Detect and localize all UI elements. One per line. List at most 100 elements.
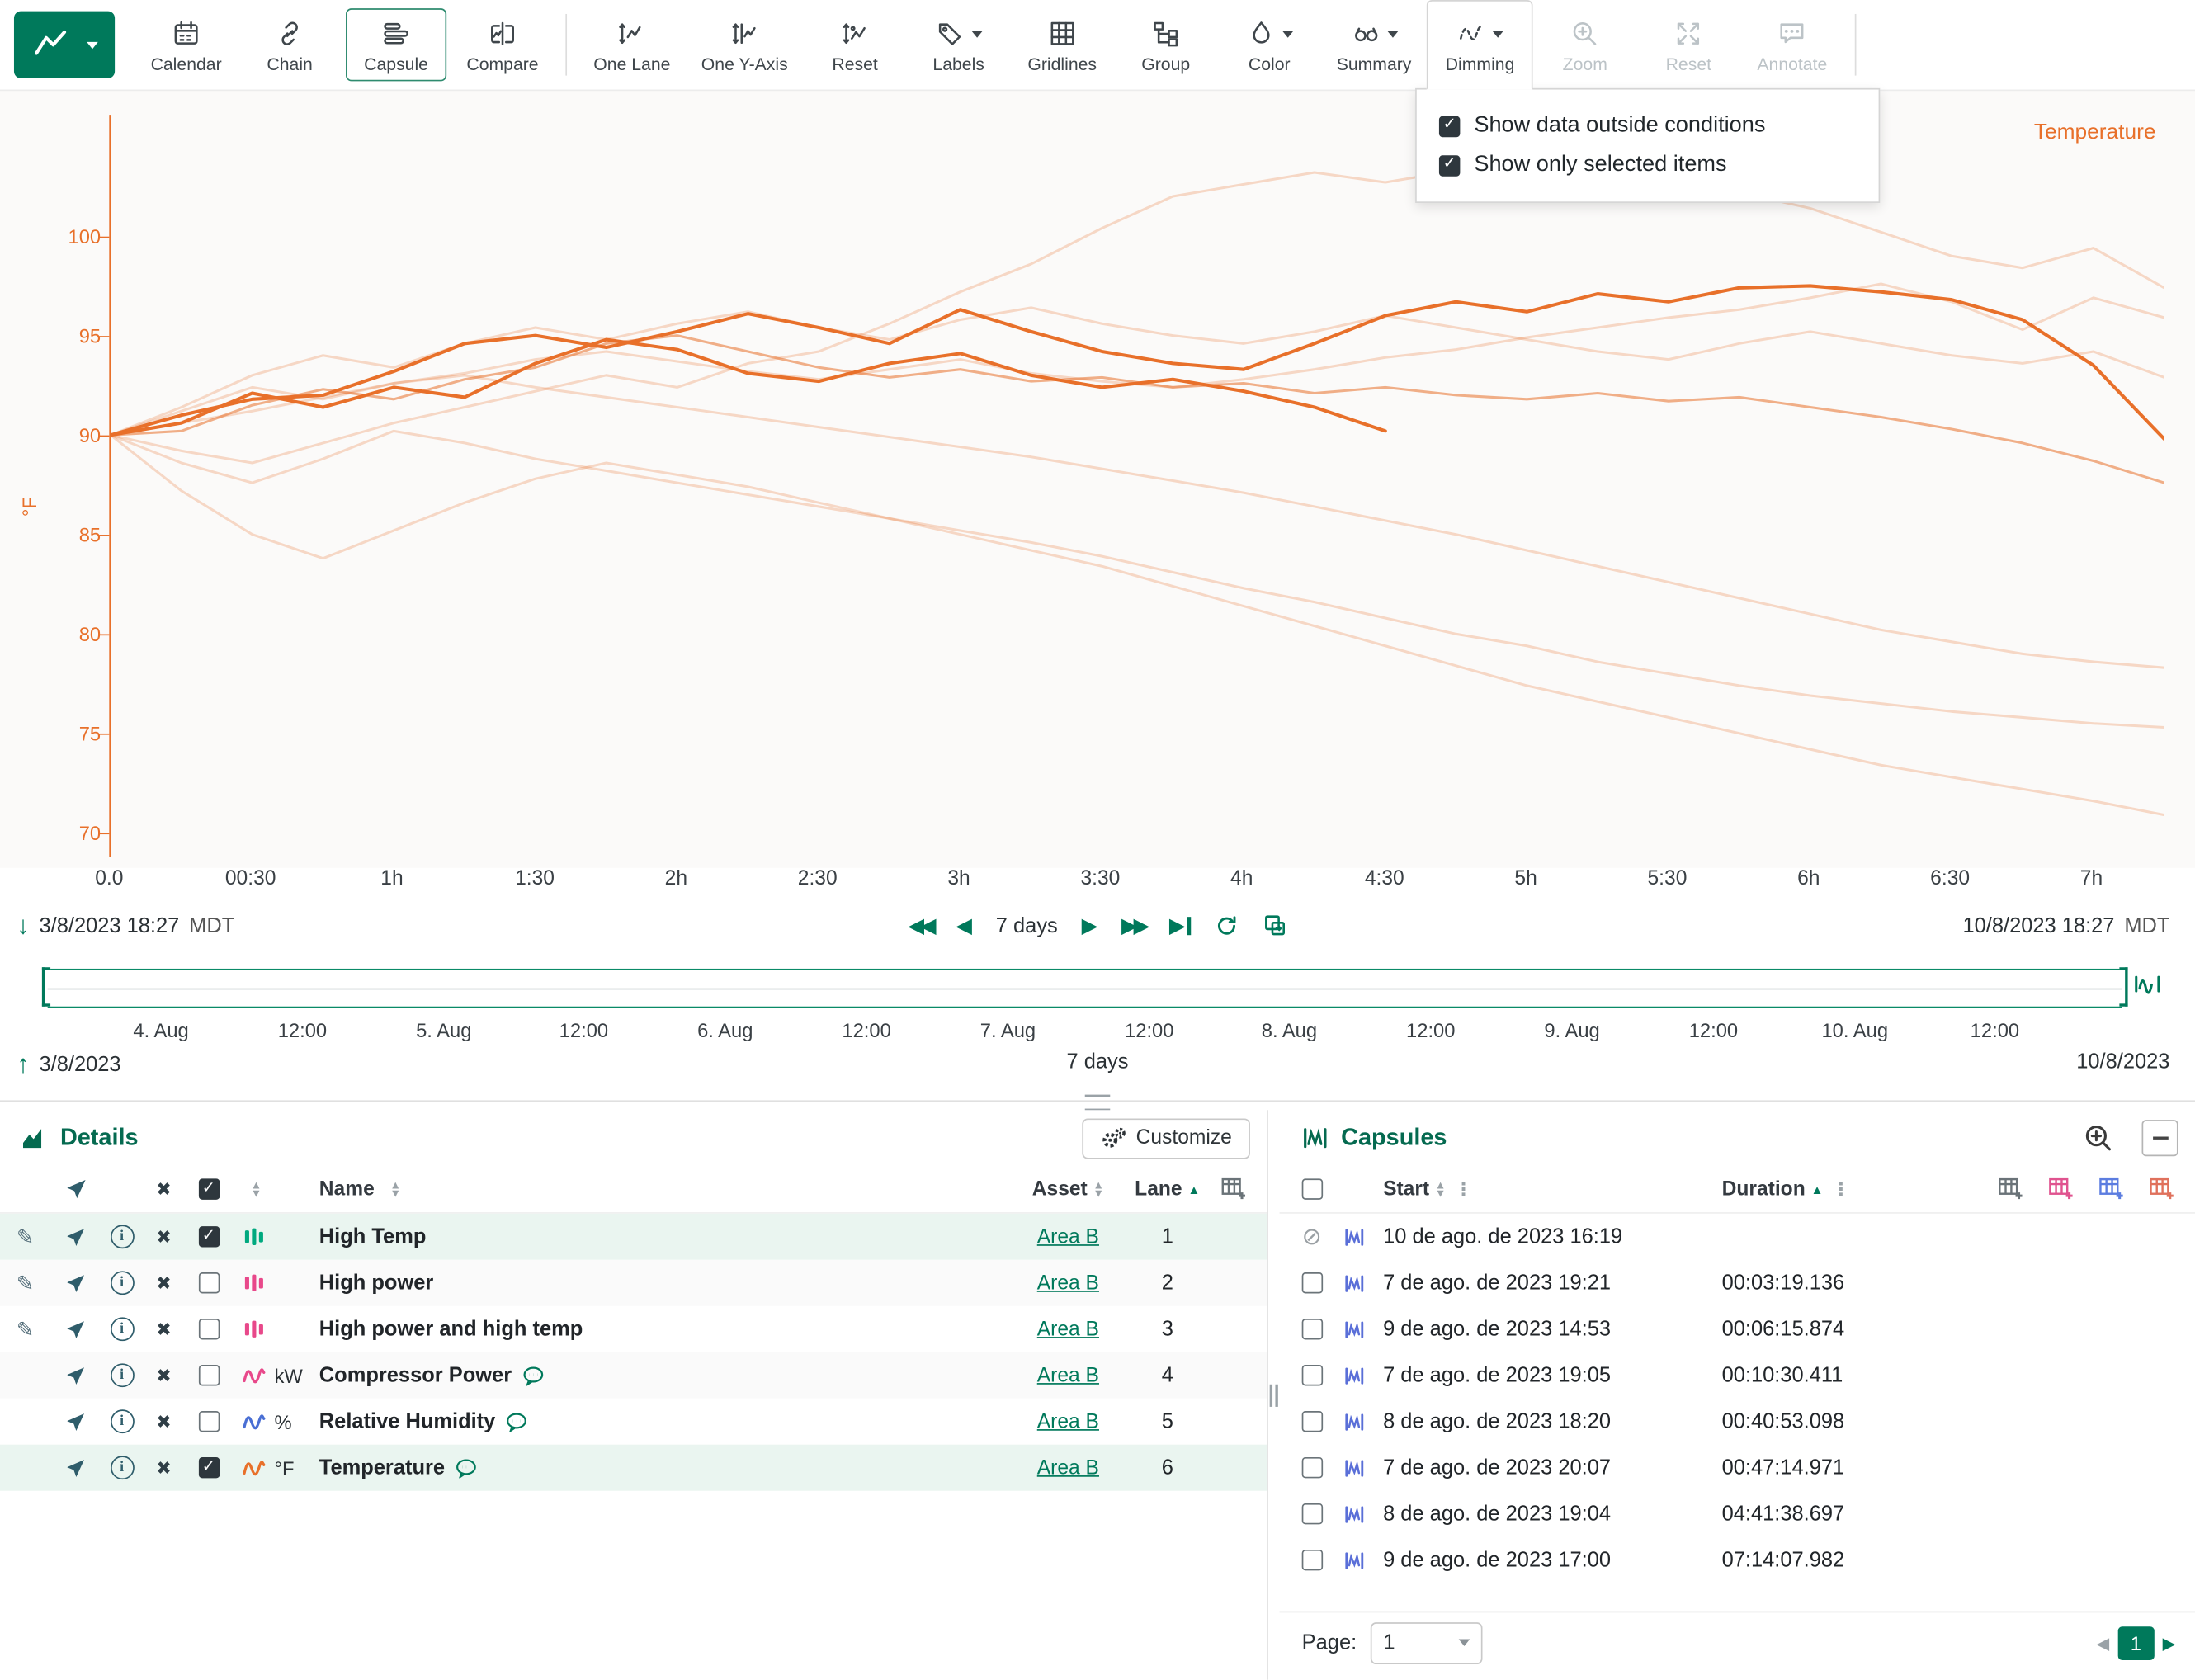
arrow-up-icon[interactable]: ↑ xyxy=(17,1050,29,1079)
toolbar-item-one-lane[interactable]: One Lane xyxy=(578,0,686,90)
step-back-button[interactable]: ◀ xyxy=(956,915,972,936)
step-back-fast-button[interactable]: ◀◀ xyxy=(909,915,932,936)
toolbar-item-compare[interactable]: Compare xyxy=(451,0,555,90)
remove-icon[interactable]: ✖ xyxy=(143,1456,185,1479)
details-row[interactable]: i ✖ °F Temperature Area B 6 xyxy=(0,1445,1267,1491)
asset-link[interactable]: Area B xyxy=(1037,1272,1099,1294)
toolbar-item-chain[interactable]: Chain xyxy=(238,0,342,90)
remove-all-icon[interactable]: ✖ xyxy=(143,1178,185,1201)
row-checkbox[interactable] xyxy=(198,1457,219,1478)
capsule-checkbox[interactable] xyxy=(1302,1411,1323,1432)
pin-icon[interactable] xyxy=(50,1273,101,1293)
pin-icon[interactable] xyxy=(50,1319,101,1339)
row-checkbox[interactable] xyxy=(198,1319,219,1339)
info-icon[interactable]: i xyxy=(110,1225,134,1248)
capsule-row[interactable]: 7 de ago. de 2023 19:05 00:10:30.411 xyxy=(1280,1352,2195,1399)
details-row[interactable]: i ✖ kW Compressor Power Area B 4 xyxy=(0,1352,1267,1399)
pin-icon[interactable] xyxy=(50,1227,101,1247)
collapse-panel-button[interactable] xyxy=(2142,1120,2178,1156)
duration-column-header[interactable]: Duration xyxy=(1722,1178,1806,1201)
prev-page-button[interactable]: ◀ xyxy=(2096,1633,2109,1653)
add-column-icon[interactable] xyxy=(1998,1177,2024,1201)
name-column-header[interactable]: Name xyxy=(319,1178,375,1201)
range-slider-right-handle[interactable] xyxy=(2119,967,2127,1007)
select-all-capsules-checkbox[interactable] xyxy=(1302,1178,1323,1199)
item-name[interactable]: Relative Humidity xyxy=(319,1409,496,1433)
splitter-grip-icon[interactable] xyxy=(1270,1385,1278,1407)
splitter-grip-icon[interactable] xyxy=(1085,1095,1111,1111)
asset-link[interactable]: Area B xyxy=(1037,1410,1099,1432)
remove-icon[interactable]: ✖ xyxy=(143,1225,185,1248)
pin-icon[interactable] xyxy=(50,1366,101,1385)
asset-link[interactable]: Area B xyxy=(1037,1364,1099,1386)
capsule-checkbox[interactable] xyxy=(1302,1550,1323,1570)
annotation-icon[interactable] xyxy=(522,1366,544,1385)
add-metric-column-icon[interactable] xyxy=(2149,1177,2175,1201)
toolbar-item-group[interactable]: Group xyxy=(1114,0,1218,90)
capsule-row[interactable]: 8 de ago. de 2023 18:20 00:40:53.098 xyxy=(1280,1399,2195,1445)
trend-line-capsule-light-high[interactable] xyxy=(111,171,2164,463)
info-icon[interactable]: i xyxy=(110,1317,134,1341)
step-forward-fast-button[interactable]: ▶▶ xyxy=(1121,915,1145,936)
checkbox-checked-icon[interactable] xyxy=(1439,116,1460,136)
arrow-down-icon[interactable]: ↓ xyxy=(17,911,29,941)
toolbar-item-color[interactable]: Color xyxy=(1217,0,1321,90)
copy-range-icon[interactable] xyxy=(1262,913,1287,938)
toolbar-item-reset[interactable]: Reset xyxy=(803,0,907,90)
timebar-signal-icon[interactable] xyxy=(2133,971,2161,1003)
range-duration[interactable]: 7 days xyxy=(996,913,1058,937)
pin-column-icon[interactable] xyxy=(50,1178,101,1199)
checkbox-checked-icon[interactable] xyxy=(1439,154,1460,175)
info-icon[interactable]: i xyxy=(110,1363,134,1387)
range-slider-left-handle[interactable] xyxy=(42,967,50,1007)
capsule-row[interactable]: 8 de ago. de 2023 19:04 04:41:38.697 xyxy=(1280,1491,2195,1537)
info-icon[interactable]: i xyxy=(110,1271,134,1295)
sort-icon[interactable]: ▲▼ xyxy=(1435,1181,1446,1197)
step-to-end-button[interactable]: ▶ xyxy=(1169,915,1191,936)
annotation-icon[interactable] xyxy=(455,1458,477,1478)
trend-chart[interactable]: °F 100 95 90 85 80 75 70 0.000:301h1:302… xyxy=(0,90,2195,868)
capsule-row[interactable]: 7 de ago. de 2023 19:21 00:03:19.136 xyxy=(1280,1260,2195,1306)
asset-link[interactable]: Area B xyxy=(1037,1225,1099,1248)
zoom-to-capsule-icon[interactable] xyxy=(2082,1121,2116,1155)
capsule-row[interactable]: 9 de ago. de 2023 14:53 00:06:15.874 xyxy=(1280,1306,2195,1352)
capsule-checkbox[interactable] xyxy=(1302,1319,1323,1339)
row-checkbox[interactable] xyxy=(198,1226,219,1247)
trend-line-capsule-light-wiggle[interactable] xyxy=(111,308,2164,435)
vertical-splitter[interactable] xyxy=(1267,1110,1279,1679)
toolbar-item-gridlines[interactable]: Gridlines xyxy=(1010,0,1114,90)
select-all-checkbox[interactable] xyxy=(198,1178,219,1199)
dimming-option-outside[interactable]: Show data outside conditions xyxy=(1437,106,1859,145)
add-signal-column-icon[interactable] xyxy=(2048,1177,2075,1201)
annotation-icon[interactable] xyxy=(505,1412,527,1432)
details-row[interactable]: ✎ i ✖ High Temp Area B 1 xyxy=(0,1214,1267,1260)
capsule-checkbox[interactable] xyxy=(1302,1272,1323,1293)
timebar-duration[interactable]: 7 days xyxy=(1067,1050,1129,1074)
capsule-checkbox[interactable] xyxy=(1302,1365,1323,1385)
toolbar-item-capsule[interactable]: Capsule xyxy=(346,8,446,81)
sort-icon[interactable]: ▲▼ xyxy=(1093,1181,1104,1197)
row-checkbox[interactable] xyxy=(198,1365,219,1385)
capsule-row[interactable]: 7 de ago. de 2023 20:07 00:47:14.971 xyxy=(1280,1445,2195,1491)
customize-button[interactable]: Customize xyxy=(1081,1118,1249,1159)
next-page-button[interactable]: ▶ xyxy=(2163,1633,2176,1653)
trend-line-capsule-dark-1[interactable] xyxy=(111,286,2164,439)
edit-icon[interactable]: ✎ xyxy=(17,1316,34,1342)
sort-asc-icon[interactable]: ▲ xyxy=(1811,1182,1824,1196)
capsule-checkbox[interactable] xyxy=(1302,1503,1323,1524)
item-name[interactable]: High power and high temp xyxy=(319,1317,583,1341)
details-row[interactable]: i ✖ % Relative Humidity Area B 5 xyxy=(0,1399,1267,1445)
asset-link[interactable]: Area B xyxy=(1037,1318,1099,1340)
asset-column-header[interactable]: Asset xyxy=(1032,1178,1088,1201)
add-condition-column-icon[interactable] xyxy=(2098,1177,2125,1201)
lane-column-header[interactable]: Lane xyxy=(1135,1178,1182,1201)
toolbar-item-one-y-axis[interactable]: One Y-Axis xyxy=(686,0,803,90)
details-row[interactable]: ✎ i ✖ High power Area B 2 xyxy=(0,1260,1267,1306)
sort-icon[interactable]: ▲▼ xyxy=(389,1181,400,1197)
item-name[interactable]: High power xyxy=(319,1271,434,1295)
row-checkbox[interactable] xyxy=(198,1272,219,1293)
remove-icon[interactable]: ✖ xyxy=(143,1364,185,1386)
remove-icon[interactable]: ✖ xyxy=(143,1318,185,1340)
step-forward-button[interactable]: ▶ xyxy=(1082,915,1098,936)
column-menu-icon[interactable]: ⋮ xyxy=(1455,1178,1473,1201)
